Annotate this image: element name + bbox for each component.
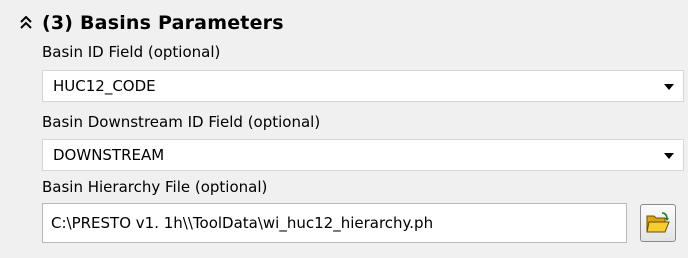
open-folder-icon (646, 212, 670, 233)
chevron-down-icon[interactable] (663, 83, 675, 91)
double-chevron-up-icon[interactable] (18, 14, 34, 32)
basin-hierarchy-file-label: Basin Hierarchy File (optional) (42, 178, 268, 196)
basin-id-value: HUC12_CODE (53, 77, 156, 95)
basin-hierarchy-file-value: C:\PRESTO v1. 1h\\ToolData\wi_huc12_hier… (51, 214, 434, 232)
browse-button[interactable] (640, 204, 676, 242)
basin-id-label: Basin ID Field (optional) (42, 43, 221, 61)
section-title: (3) Basins Parameters (42, 12, 284, 34)
basin-downstream-id-dropdown[interactable]: DOWNSTREAM (42, 139, 684, 171)
basin-downstream-id-value: DOWNSTREAM (53, 146, 165, 164)
section-header[interactable]: (3) Basins Parameters (18, 12, 284, 34)
basin-hierarchy-file-input[interactable]: C:\PRESTO v1. 1h\\ToolData\wi_huc12_hier… (42, 203, 627, 243)
basin-downstream-id-label: Basin Downstream ID Field (optional) (42, 113, 321, 131)
basin-id-dropdown[interactable]: HUC12_CODE (42, 70, 684, 102)
chevron-down-icon[interactable] (663, 152, 675, 160)
